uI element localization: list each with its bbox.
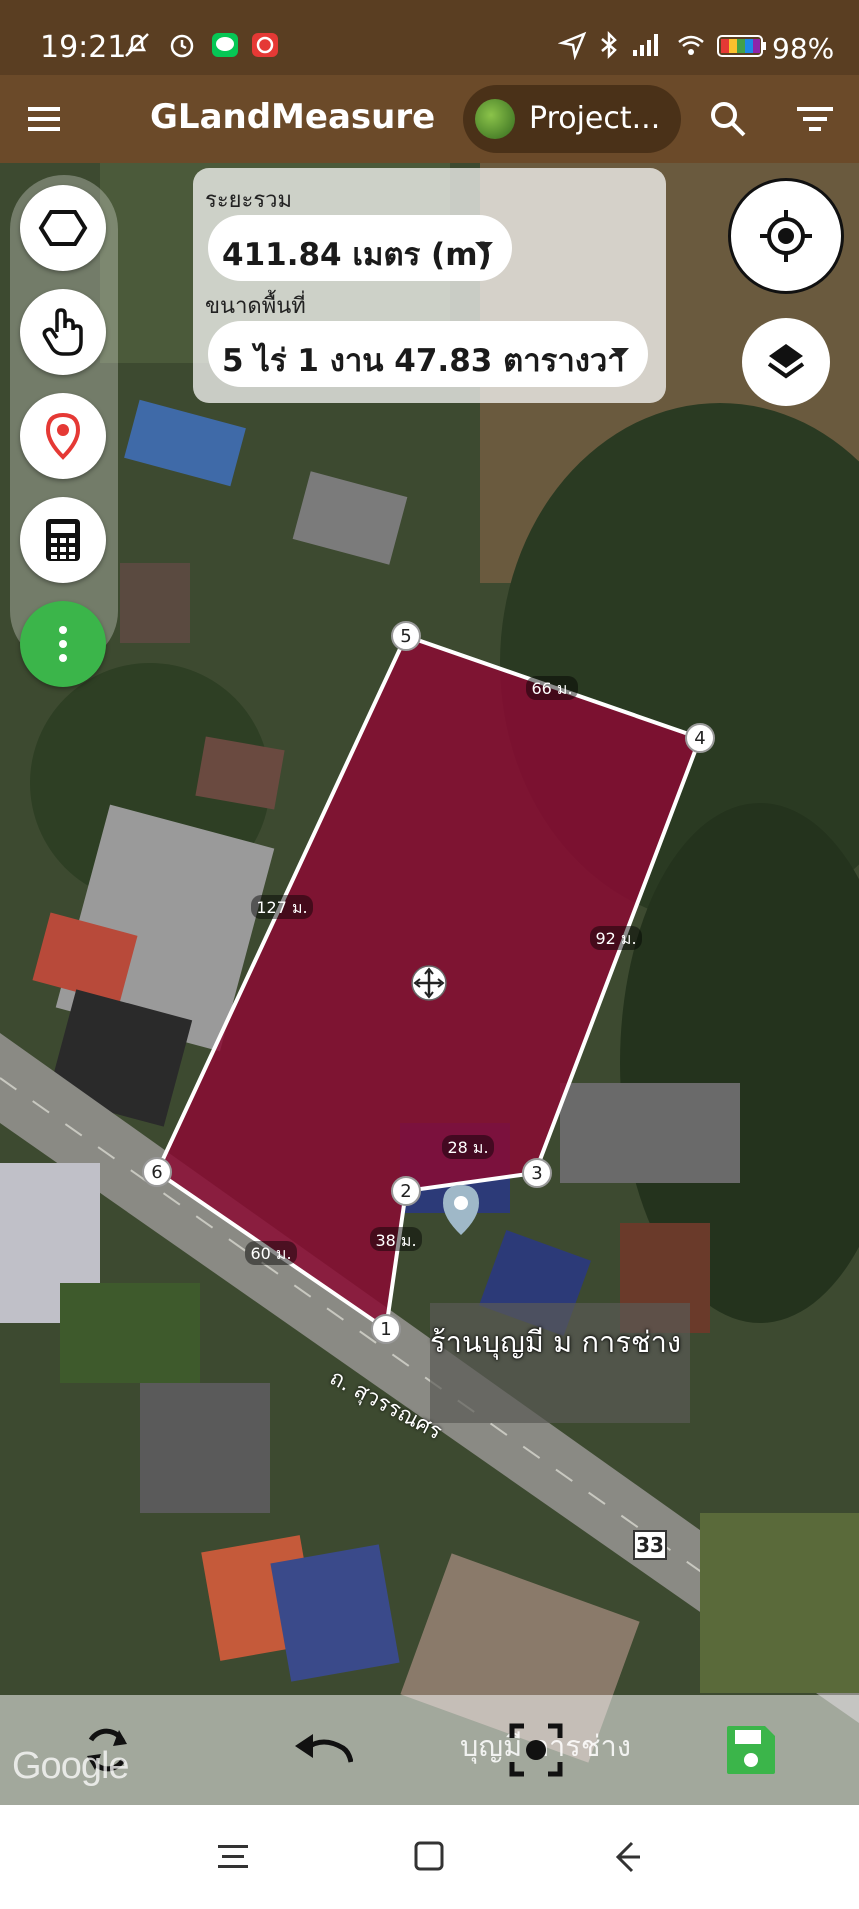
vertex-marker[interactable]: 1: [371, 1314, 401, 1344]
bottom-toolbar: บุญมี การช่าง: [0, 1695, 859, 1805]
vertex-marker[interactable]: 5: [391, 621, 421, 651]
calculator-icon: [46, 519, 80, 561]
location-icon: [558, 31, 587, 60]
edge-label: 60 ม.: [245, 1241, 297, 1265]
more-icon: [59, 626, 67, 662]
touch-icon: [42, 308, 83, 356]
polygon-tool-button[interactable]: [20, 185, 106, 271]
distance-unit-selector[interactable]: 411.84 เมตร (m): [208, 215, 512, 281]
vertex-marker[interactable]: 2: [391, 1176, 421, 1206]
signal-icon: [633, 34, 658, 56]
project-selector[interactable]: Project...: [463, 85, 681, 153]
vertex-marker[interactable]: 3: [522, 1158, 552, 1188]
edge-label-text: 38 ม.: [375, 1231, 416, 1250]
app-bar: GLandMeasure Project...: [0, 75, 859, 163]
location-pin-icon: [45, 412, 81, 460]
vertex-marker[interactable]: 6: [142, 1157, 172, 1187]
save-button[interactable]: [716, 1715, 786, 1785]
vertex-label: 1: [380, 1319, 391, 1340]
more-button[interactable]: [20, 601, 106, 687]
search-icon[interactable]: [706, 97, 750, 141]
vertex-label: 4: [694, 728, 705, 749]
edge-label-text: 66 ม.: [531, 679, 572, 698]
area-unit-selector[interactable]: 5 ไร่ 1 งาน 47.83 ตารางวา: [208, 321, 648, 387]
app-title: GLandMeasure: [150, 97, 436, 137]
chevron-down-icon: [475, 242, 493, 252]
google-logo: Google: [12, 1745, 130, 1787]
area-label: ขนาดพื้นที่: [205, 294, 306, 319]
filter-icon[interactable]: [793, 97, 837, 141]
edge-label: 28 ม.: [442, 1135, 494, 1159]
system-nav-bar: [0, 1805, 859, 1909]
vertex-label: 6: [151, 1162, 162, 1183]
measurement-panel: ระยะรวม 411.84 เมตร (m) ขนาดพื้นที่ 5 ไร…: [193, 168, 666, 403]
screenshot-icon: [509, 1723, 563, 1777]
menu-icon[interactable]: [24, 99, 64, 139]
status-bar: 19:21 98%: [0, 0, 859, 75]
edge-label: 38 ม.: [370, 1227, 422, 1251]
touch-tool-button[interactable]: [20, 289, 106, 375]
alarm-icon: [170, 34, 194, 58]
pin-tool-button[interactable]: [20, 393, 106, 479]
vertex-label: 3: [531, 1163, 542, 1184]
vertex-label: 5: [400, 626, 411, 647]
mute-icon: [125, 33, 149, 57]
layers-icon: [767, 344, 805, 379]
undo-icon: [295, 1734, 353, 1763]
battery-percentage: 98%: [772, 32, 835, 65]
map-view[interactable]: 38 ม. 28 ม. 92 ม. 66 ม. 127 ม. 60 ม. 1 2…: [0, 163, 859, 1805]
tool-panel: [10, 175, 118, 687]
area-value: 5 ไร่ 1 งาน 47.83 ตารางวา: [222, 343, 625, 379]
distance-label: ระยะรวม: [205, 188, 293, 213]
chevron-down-icon: [611, 348, 629, 358]
polygon-icon: [38, 210, 88, 246]
recent-apps-icon[interactable]: [208, 1835, 258, 1879]
wifi-icon: [678, 35, 704, 55]
home-icon[interactable]: [404, 1835, 454, 1879]
edge-label-text: 127 ม.: [256, 898, 307, 917]
vertex-marker[interactable]: 4: [685, 723, 715, 753]
bluetooth-icon: [601, 30, 617, 60]
edge-label-text: 92 ม.: [595, 929, 636, 948]
distance-value: 411.84 เมตร (m): [222, 237, 492, 273]
edge-label: 66 ม.: [526, 676, 578, 700]
edge-label: 92 ม.: [590, 926, 642, 950]
vertex-label: 2: [400, 1181, 411, 1202]
undo-button[interactable]: [288, 1715, 358, 1785]
edge-label-text: 28 ม.: [447, 1138, 488, 1157]
calculator-tool-button[interactable]: [20, 497, 106, 583]
line-icon: [212, 33, 238, 57]
satellite-map: 38 ม. 28 ม. 92 ม. 66 ม. 127 ม. 60 ม. 1 2…: [0, 163, 859, 1805]
my-location-button[interactable]: [728, 178, 844, 294]
edge-label-text: 60 ม.: [250, 1244, 291, 1263]
battery-icon: [717, 35, 766, 57]
crosshair-icon: [760, 210, 812, 262]
route-shield: 33: [633, 1530, 667, 1560]
place-name-label: ร้านบุญมี ม การช่าง: [430, 1325, 682, 1359]
status-time: 19:21: [40, 30, 127, 65]
project-label: Project...: [529, 101, 661, 136]
app-notification-icon: [252, 33, 278, 57]
screenshot-button[interactable]: [501, 1715, 571, 1785]
save-icon: [727, 1726, 775, 1774]
project-thumbnail: [475, 99, 515, 139]
edge-label: 127 ม.: [251, 895, 313, 919]
move-handle-icon[interactable]: [411, 965, 447, 1001]
back-icon[interactable]: [600, 1835, 650, 1879]
map-layers-button[interactable]: [742, 318, 830, 406]
